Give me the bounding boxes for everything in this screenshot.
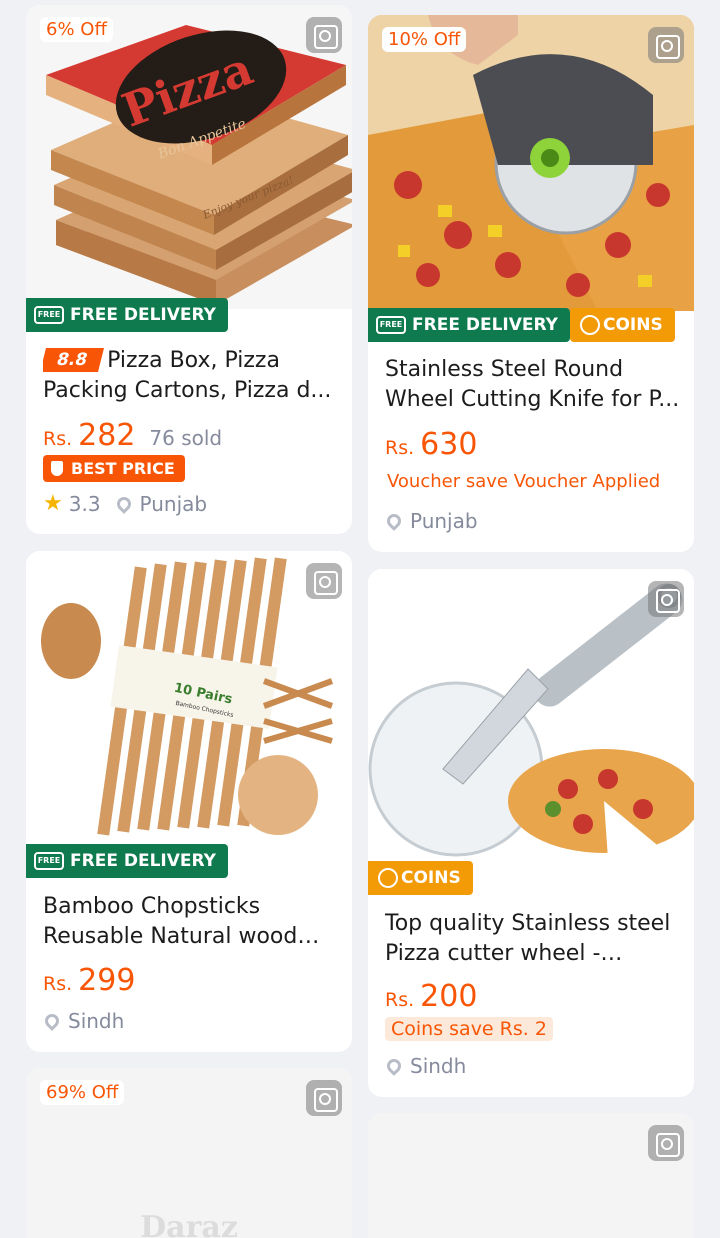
product-title[interactable]: 8.8 Pizza Box, Pizza Packing Cartons, Piz…: [43, 346, 338, 406]
coins-badge: COINS: [368, 861, 473, 895]
coin-icon: [378, 868, 398, 888]
rating-value: 3.3: [68, 491, 101, 516]
product-title[interactable]: Top quality Stainless steel Pizza cutter…: [385, 909, 680, 969]
truck-icon: FREE: [376, 316, 406, 334]
price: Rs. 282 76 sold: [43, 418, 222, 453]
pizza-box-picture: Pizza Bon Appetite Enjoy your pizza!: [46, 25, 352, 305]
location-pin-icon: [113, 493, 134, 514]
location-row: Sindh: [42, 1009, 125, 1033]
daraz-watermark: Daraz: [140, 1210, 238, 1238]
price-value: 630: [420, 427, 478, 462]
product-title-text: Bamboo Chopsticks Reusable Natural wood …: [43, 894, 298, 949]
product-title[interactable]: Stainless Steel Round Wheel Cutting Knif…: [385, 355, 680, 415]
image-search-icon[interactable]: [648, 27, 684, 63]
free-delivery-badge: FREE FREE DELIVERY: [26, 298, 228, 332]
price: Rs. 299: [43, 963, 135, 998]
free-delivery-label: FREE DELIVERY: [412, 315, 558, 335]
product-title[interactable]: Bamboo Chopsticks Reusable Natural wood …: [43, 892, 338, 952]
rating-location: ★ 3.3 Punjab: [43, 491, 207, 516]
product-card[interactable]: 10% Off FREE FREE DELIVERY COINS Stainles…: [368, 15, 694, 552]
coins-badge: COINS: [569, 308, 675, 342]
product-card[interactable]: 10 Pairs Bamboo Chopsticks FREE FREE DELI…: [26, 551, 352, 1052]
location: Sindh: [68, 1009, 125, 1033]
location-row: Punjab: [384, 509, 478, 533]
location-pin-icon: [384, 511, 404, 531]
chopsticks-picture: 10 Pairs Bamboo Chopsticks: [41, 557, 334, 836]
coin-icon: [579, 315, 600, 335]
delivery-badges: FREE FREE DELIVERY: [26, 298, 228, 332]
voucher-text: Voucher save Voucher Applied: [387, 471, 661, 492]
price-value: 299: [78, 963, 136, 998]
product-title-text: Stainless Steel Round Wheel Cutting Knif…: [385, 357, 680, 412]
coins-label: COINS: [602, 315, 663, 335]
product-card[interactable]: Pizza Bon Appetite Enjoy your pizza! 6% …: [26, 5, 352, 534]
best-price-badge: BEST PRICE: [43, 455, 185, 482]
coins-label: COINS: [401, 868, 461, 888]
image-search-icon[interactable]: [306, 563, 342, 599]
currency: Rs.: [385, 989, 415, 1011]
currency: Rs.: [43, 428, 73, 450]
free-delivery-label: FREE DELIVERY: [70, 305, 216, 325]
pizza-cutter-picture: [368, 583, 694, 859]
truck-icon: FREE: [34, 852, 64, 870]
product-card[interactable]: Daraz 69% Off: [26, 1068, 352, 1238]
location-pin-icon: [42, 1011, 62, 1031]
coins-save-badge: Coins save Rs. 2: [385, 1017, 553, 1041]
shield-icon: [51, 461, 63, 476]
discount-badge: 6% Off: [40, 17, 113, 42]
location: Punjab: [139, 491, 208, 516]
location-row: Sindh: [384, 1054, 467, 1078]
pizza-wheel-picture: [368, 15, 694, 311]
best-price-label: BEST PRICE: [71, 459, 175, 478]
product-card[interactable]: COINS Top quality Stainless steel Pizza …: [368, 569, 694, 1097]
image-search-icon[interactable]: [306, 17, 342, 53]
currency: Rs.: [385, 437, 415, 459]
image-search-icon[interactable]: [648, 1125, 684, 1161]
currency: Rs.: [43, 973, 73, 995]
truck-icon: FREE: [34, 306, 64, 324]
location: Punjab: [410, 509, 478, 533]
campaign-tag: 8.8: [43, 348, 105, 372]
free-delivery-badge: FREE FREE DELIVERY: [368, 308, 570, 342]
sold-count: 76 sold: [149, 426, 223, 450]
product-image[interactable]: [368, 1113, 694, 1238]
price-value: 200: [420, 979, 478, 1014]
delivery-badges: FREE FREE DELIVERY: [26, 844, 228, 878]
product-image[interactable]: [368, 569, 694, 865]
discount-badge: 69% Off: [40, 1080, 125, 1105]
product-image[interactable]: [368, 15, 694, 311]
image-search-icon[interactable]: [306, 1080, 342, 1116]
price: Rs. 630: [385, 427, 477, 462]
location: Sindh: [410, 1054, 467, 1078]
free-delivery-badge: FREE FREE DELIVERY: [26, 844, 228, 878]
image-search-icon[interactable]: [648, 581, 684, 617]
delivery-badges: COINS: [368, 861, 473, 895]
product-image[interactable]: 10 Pairs Bamboo Chopsticks: [26, 551, 352, 851]
star-icon: ★: [43, 491, 63, 516]
delivery-badges: FREE FREE DELIVERY COINS: [368, 308, 675, 342]
location-pin-icon: [384, 1056, 404, 1076]
price: Rs. 200: [385, 979, 477, 1014]
price-value: 282: [78, 418, 136, 453]
product-image[interactable]: Pizza Bon Appetite Enjoy your pizza!: [26, 5, 352, 309]
product-card[interactable]: [368, 1113, 694, 1238]
free-delivery-label: FREE DELIVERY: [70, 851, 216, 871]
discount-badge: 10% Off: [382, 27, 467, 52]
product-title-text: Top quality Stainless steel Pizza cutter…: [385, 911, 671, 966]
